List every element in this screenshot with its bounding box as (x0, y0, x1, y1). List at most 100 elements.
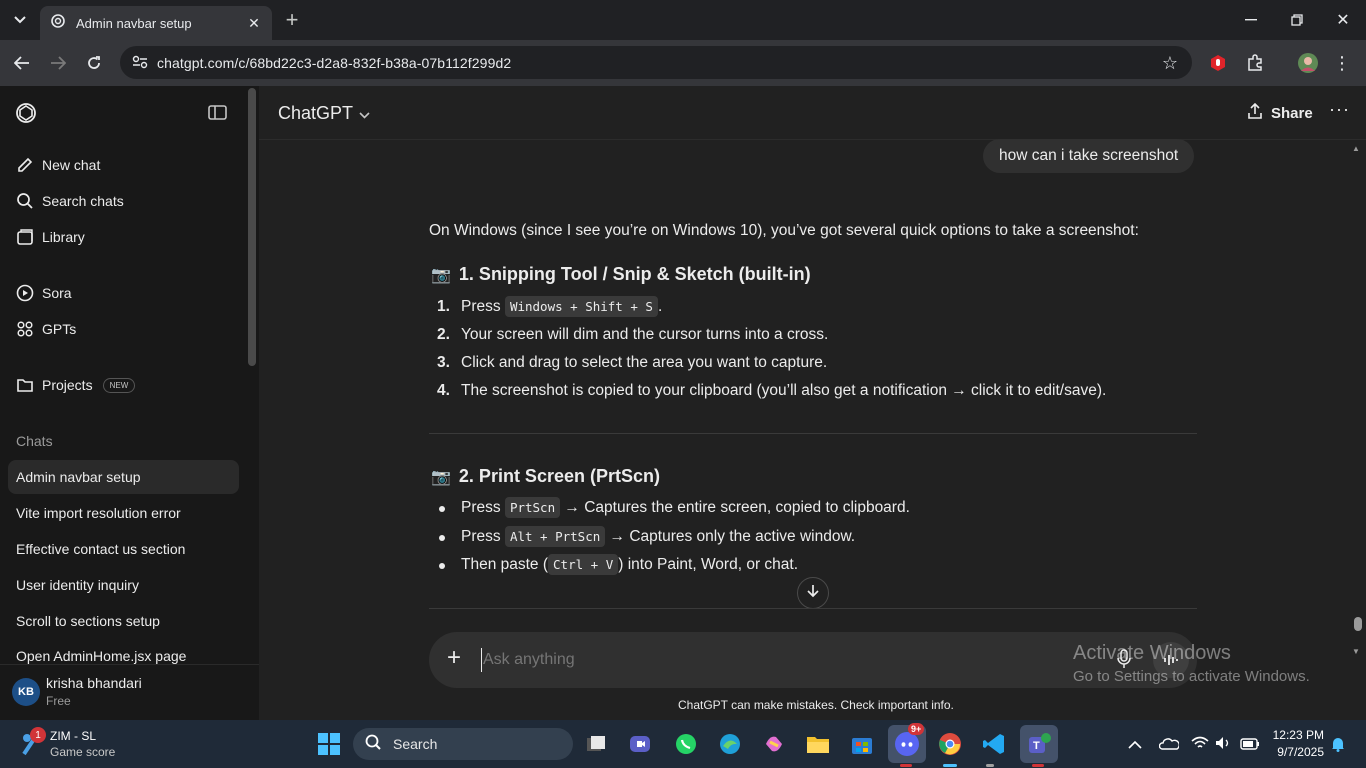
url-text: chatgpt.com/c/68bd22c3-d2a8-832f-b38a-07… (157, 54, 512, 71)
clock-date[interactable]: 9/7/2025 (1272, 745, 1324, 759)
sidebar-scrollbar[interactable] (248, 88, 256, 366)
share-label: Share (1271, 105, 1313, 122)
window-close-icon[interactable]: ✕ (1329, 6, 1357, 34)
chat-item[interactable]: Open AdminHome.jsx page (8, 640, 239, 664)
whatsapp-icon[interactable] (670, 728, 702, 760)
list-item: Press Alt + PrtScn → Captures only the a… (461, 526, 855, 547)
taskbar-search[interactable]: Search (353, 728, 573, 760)
user-plan: Free (46, 694, 71, 708)
list-text: Press (461, 528, 505, 545)
share-icon (1247, 102, 1263, 124)
teams-icon[interactable]: T (1020, 725, 1058, 763)
list-text: Then paste ( (461, 556, 549, 573)
activate-windows-subtitle: Go to Settings to activate Windows. (1073, 668, 1310, 685)
scroll-down-arrow-icon[interactable]: ▼ (1352, 647, 1364, 656)
list-item: Press Windows + Shift + S. (461, 296, 663, 317)
forward-icon[interactable] (44, 49, 72, 77)
camera-emoji-icon: 📷 (431, 468, 451, 486)
search-icon (16, 192, 34, 210)
chat-item[interactable]: Scroll to sections setup (8, 604, 239, 638)
list-item: The screenshot is copied to your clipboa… (461, 382, 1107, 399)
list-text: . (657, 298, 663, 315)
browser-tab-bar: Admin navbar setup ✕ + ✕ (0, 0, 1366, 40)
chat-item[interactable]: User identity inquiry (8, 568, 239, 602)
list-text: Press (461, 298, 505, 315)
avatar: KB (12, 678, 40, 706)
chrome-icon[interactable] (934, 728, 966, 760)
more-options-icon[interactable]: ··· (1329, 99, 1350, 120)
tray-chevron-up-icon[interactable] (1128, 736, 1142, 754)
projects-button[interactable]: Projects NEW (8, 368, 239, 402)
new-chat-label: New chat (42, 157, 101, 173)
section2-heading: 📷 2. Print Screen (PrtScn) (431, 466, 660, 487)
list-text: → Captures the entire screen, copied to … (560, 499, 910, 516)
gpts-button[interactable]: GPTs (8, 312, 239, 346)
windows-taskbar: 1 ZIM - SL Game score Search 9+ T 12:23 … (0, 720, 1366, 768)
chat-item[interactable]: Admin navbar setup (8, 460, 239, 494)
plus-icon[interactable]: + (447, 646, 461, 670)
edge-icon[interactable] (714, 728, 746, 760)
list-text: Press (461, 499, 505, 516)
user-profile[interactable]: KB krisha bhandari Free (0, 664, 259, 720)
running-indicator (1032, 764, 1044, 767)
wifi-icon[interactable] (1191, 736, 1209, 755)
site-info-icon[interactable] (132, 55, 148, 74)
share-button[interactable]: Share (1247, 102, 1313, 124)
discord-icon[interactable]: 9+ (888, 723, 926, 763)
library-icon (16, 228, 34, 246)
section1-heading: 📷 1. Snipping Tool / Snip & Sketch (buil… (431, 264, 811, 285)
chats-section-header: Chats (16, 433, 53, 449)
news-widget[interactable]: 1 ZIM - SL Game score (16, 727, 156, 762)
reload-icon[interactable] (80, 49, 108, 77)
new-tab-plus-icon[interactable]: + (278, 6, 306, 34)
user-name: krisha bhandari (46, 675, 142, 691)
activate-windows-title: Activate Windows (1073, 642, 1231, 664)
close-sidebar-icon[interactable] (208, 104, 228, 127)
volume-icon[interactable] (1215, 736, 1231, 755)
sora-label: Sora (42, 285, 72, 301)
bookmark-star-icon[interactable]: ☆ (1162, 53, 1178, 74)
search-chats-button[interactable]: Search chats (8, 184, 239, 218)
chat-item[interactable]: Vite import resolution error (8, 496, 239, 530)
vscode-icon[interactable] (978, 728, 1010, 760)
profile-avatar-icon[interactable] (1294, 49, 1322, 77)
meet-icon[interactable] (624, 728, 656, 760)
widget-subtitle: Game score (50, 745, 116, 759)
chrome-menu-icon[interactable]: ⋮ (1328, 49, 1356, 77)
extensions-puzzle-icon[interactable] (1241, 49, 1269, 77)
omnibox[interactable]: chatgpt.com/c/68bd22c3-d2a8-832f-b38a-07… (120, 46, 1192, 79)
windows-start-icon[interactable] (313, 728, 345, 760)
task-view-icon[interactable] (580, 728, 612, 760)
list-text: ) into Paint, Word, or chat. (618, 556, 799, 573)
browser-tab[interactable]: Admin navbar setup ✕ (40, 6, 272, 40)
copilot-icon[interactable] (758, 728, 790, 760)
onedrive-icon[interactable] (1158, 736, 1180, 755)
prompt-input[interactable] (481, 648, 1041, 672)
scroll-down-button[interactable] (797, 577, 829, 609)
openai-logo-icon[interactable] (14, 101, 38, 130)
tab-search-chevron-icon[interactable] (6, 6, 34, 34)
running-indicator (986, 764, 994, 767)
battery-icon[interactable] (1240, 737, 1260, 755)
notification-bell-icon[interactable] (1330, 736, 1346, 757)
file-explorer-icon[interactable] (802, 728, 834, 760)
list-item: Press PrtScn → Captures the entire scree… (461, 497, 910, 518)
library-button[interactable]: Library (8, 220, 239, 254)
minimize-icon[interactable] (1237, 6, 1265, 34)
running-indicator (900, 764, 912, 767)
tab-close-icon[interactable]: ✕ (244, 13, 264, 33)
extension-red-icon[interactable] (1204, 49, 1232, 77)
chat-item[interactable]: Effective contact us section (8, 532, 239, 566)
new-chat-button[interactable]: New chat (8, 148, 239, 182)
main-scrollbar-thumb[interactable] (1354, 617, 1362, 631)
back-icon[interactable] (8, 49, 36, 77)
model-switcher[interactable]: ChatGPT (278, 103, 370, 124)
restore-icon[interactable] (1283, 6, 1311, 34)
store-icon[interactable] (846, 728, 878, 760)
sidebar: New chat Search chats Library Sora GPTs … (0, 86, 259, 720)
sora-button[interactable]: Sora (8, 276, 239, 310)
sora-icon (16, 284, 34, 302)
scroll-up-arrow-icon[interactable]: ▲ (1352, 144, 1364, 153)
chat-header: ChatGPT Share ··· (259, 86, 1366, 140)
clock-time[interactable]: 12:23 PM (1272, 728, 1324, 742)
